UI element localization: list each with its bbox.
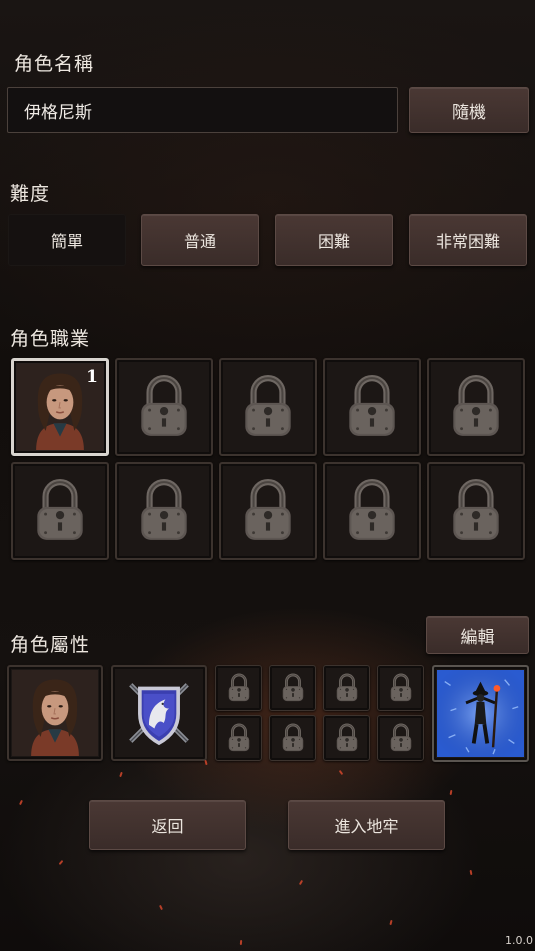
class-label: 角色職業 [10, 328, 91, 350]
class-slot-locked[interactable] [115, 462, 213, 560]
skill-slot-locked[interactable] [215, 715, 262, 761]
skill-slot-locked[interactable] [377, 715, 424, 761]
difficulty-easy-button[interactable]: 簡單 [8, 214, 126, 266]
padlock-icon [387, 723, 415, 753]
class-slot-locked[interactable] [427, 462, 525, 560]
edit-button[interactable]: 編輯 [426, 616, 529, 654]
padlock-icon [445, 374, 507, 440]
class-slot-active[interactable]: 1 [11, 358, 109, 456]
padlock-icon [237, 374, 299, 440]
padlock-icon [445, 478, 507, 544]
class-slot-locked[interactable] [323, 462, 421, 560]
padlock-icon [133, 374, 195, 440]
character-name-input[interactable] [7, 87, 398, 133]
padlock-icon [333, 673, 361, 703]
class-slot-locked[interactable] [219, 462, 317, 560]
skill-slot-locked[interactable] [377, 665, 424, 711]
padlock-icon [341, 374, 403, 440]
padlock-icon [225, 723, 253, 753]
attribute-emblem-slot[interactable] [111, 665, 207, 761]
enter-dungeon-button[interactable]: 進入地牢 [288, 800, 445, 850]
class-slot-locked[interactable] [323, 358, 421, 456]
class-slot-locked[interactable] [11, 462, 109, 560]
padlock-icon [279, 673, 307, 703]
special-skill-slot[interactable] [432, 665, 529, 762]
class-slot-locked[interactable] [115, 358, 213, 456]
padlock-icon [133, 478, 195, 544]
skill-slot-locked[interactable] [215, 665, 262, 711]
padlock-icon [387, 673, 415, 703]
difficulty-very-hard-button[interactable]: 非常困難 [409, 214, 527, 266]
class-slot-locked[interactable] [219, 358, 317, 456]
difficulty-hard-button[interactable]: 困難 [275, 214, 393, 266]
class-slot-locked[interactable] [427, 358, 525, 456]
class-level-badge: 1 [86, 367, 98, 387]
skill-slot-locked[interactable] [323, 715, 370, 761]
padlock-icon [237, 478, 299, 544]
griffin-shield-emblem-icon [118, 672, 200, 754]
difficulty-normal-button[interactable]: 普通 [141, 214, 259, 266]
random-name-button[interactable]: 隨機 [409, 87, 529, 133]
name-label: 角色名稱 [14, 53, 95, 75]
skill-slot-locked[interactable] [269, 665, 316, 711]
attributes-label: 角色屬性 [10, 634, 91, 656]
back-button[interactable]: 返回 [89, 800, 246, 850]
attribute-portrait-slot[interactable] [7, 665, 103, 761]
skill-slot-locked[interactable] [323, 665, 370, 711]
padlock-icon [225, 673, 253, 703]
difficulty-label: 難度 [10, 183, 51, 205]
padlock-icon [29, 478, 91, 544]
character-portrait-icon [12, 670, 98, 756]
version-label: 1.0.0 [505, 934, 533, 947]
padlock-icon [279, 723, 307, 753]
padlock-icon [341, 478, 403, 544]
skill-slot-locked[interactable] [269, 715, 316, 761]
padlock-icon [333, 723, 361, 753]
mage-silhouette-skill-icon [437, 670, 524, 757]
